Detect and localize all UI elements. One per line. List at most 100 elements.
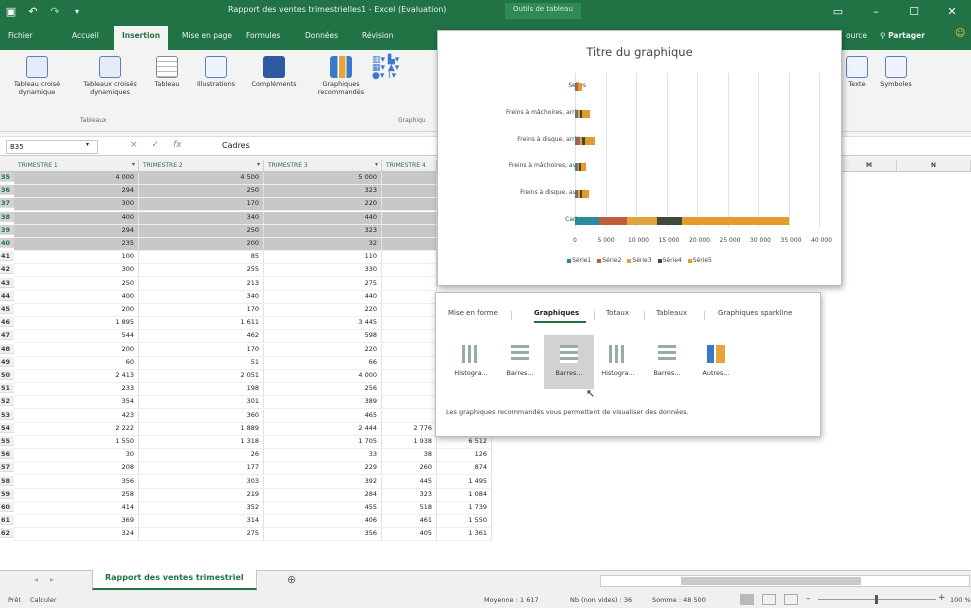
table-cell[interactable]: 256 — [264, 383, 382, 397]
table-cell[interactable]: 369 — [14, 515, 139, 529]
table-cell[interactable]: 32 — [264, 238, 382, 251]
row-header[interactable]: 49 — [0, 356, 14, 367]
redo-icon[interactable]: ↷ — [44, 0, 66, 22]
table-cell[interactable]: 518 — [382, 502, 437, 515]
tab-mise-en-page[interactable]: Mise en page — [182, 31, 232, 40]
table-cell[interactable]: 1 084 — [437, 488, 492, 502]
row-header[interactable]: 42 — [0, 264, 14, 275]
table-cell[interactable]: 314 — [139, 515, 264, 529]
table-cell[interactable]: 200 — [14, 304, 139, 317]
symbols-button[interactable]: Symboles — [876, 56, 916, 88]
table-cell[interactable]: 440 — [264, 211, 382, 225]
row-header[interactable]: 45 — [0, 304, 14, 314]
table-cell[interactable]: 1 318 — [139, 436, 264, 449]
name-box[interactable]: B35 — [6, 140, 98, 154]
page-break-icon[interactable] — [784, 594, 798, 605]
table-cell[interactable]: 874 — [437, 462, 492, 476]
filter-dropdown-icon[interactable]: ▾ — [257, 161, 260, 168]
table-cell[interactable]: 208 — [14, 462, 139, 476]
pivot-table-button[interactable]: Tableau croisé dynamique — [6, 56, 68, 96]
table-cell[interactable]: 126 — [437, 449, 492, 463]
table-cell[interactable]: 300 — [14, 264, 139, 278]
table-cell[interactable]: 1 895 — [14, 317, 139, 331]
column-header-n[interactable]: N — [897, 160, 971, 172]
table-cell[interactable] — [382, 330, 437, 344]
table-cell[interactable]: 3 445 — [264, 317, 382, 331]
table-cell[interactable]: 414 — [14, 502, 139, 515]
addins-button[interactable]: Compléments — [246, 56, 302, 88]
illustrations-button[interactable]: Illustrations — [190, 56, 242, 88]
table-cell[interactable]: 200 — [14, 343, 139, 357]
table-cell[interactable]: 38 — [382, 449, 437, 463]
scroll-left-icon[interactable]: ◂ — [34, 575, 38, 584]
table-cell[interactable]: 465 — [264, 409, 382, 423]
row-header[interactable]: 59 — [0, 488, 14, 499]
scrollbar-thumb[interactable] — [681, 577, 861, 585]
row-header[interactable]: 56 — [0, 449, 14, 460]
table-cell[interactable]: 354 — [14, 396, 139, 410]
table-cell[interactable]: 360 — [139, 409, 264, 423]
table-cell[interactable]: 406 — [264, 515, 382, 529]
table-cell[interactable]: 220 — [264, 304, 382, 317]
chart-option-6[interactable]: Autres... — [691, 335, 741, 389]
table-cell[interactable]: 1 550 — [437, 515, 492, 529]
column-header-m[interactable]: M — [842, 160, 897, 172]
table-cell[interactable]: 323 — [264, 224, 382, 238]
zoom-slider-thumb[interactable] — [875, 595, 878, 604]
table-cell[interactable]: 303 — [139, 475, 264, 489]
row-header[interactable]: 54 — [0, 422, 14, 433]
horizontal-scrollbar[interactable] — [600, 575, 970, 587]
chart-option-4[interactable]: Histogra... — [593, 335, 643, 389]
table-cell[interactable]: 1 889 — [139, 422, 264, 436]
table-cell[interactable] — [382, 370, 437, 383]
page-layout-icon[interactable] — [762, 594, 776, 605]
chevron-down-icon[interactable]: ▾ — [86, 141, 89, 148]
scroll-right-icon[interactable]: ▸ — [50, 575, 54, 584]
table-cell[interactable] — [382, 238, 437, 251]
qa-tab-tableaux[interactable]: Tableaux — [656, 309, 687, 317]
row-header[interactable]: 44 — [0, 290, 14, 301]
cancel-icon[interactable]: × — [130, 140, 152, 150]
customize-icon[interactable]: ▾ — [66, 0, 88, 22]
table-cell[interactable]: 275 — [139, 528, 264, 542]
column-header-trimestre-1[interactable]: TRIMESTRE 1 ▾ — [14, 160, 139, 172]
table-cell[interactable]: 284 — [264, 488, 382, 502]
column-header-trimestre-4[interactable]: TRIMESTRE 4 — [382, 160, 437, 172]
tab-accueil[interactable]: Accueil — [72, 31, 99, 40]
excel-icon[interactable]: ▣ — [0, 0, 22, 22]
table-cell[interactable]: 294 — [14, 224, 139, 238]
row-header[interactable]: 55 — [0, 436, 14, 446]
table-cell[interactable]: 300 — [14, 198, 139, 212]
table-cell[interactable]: 100 — [14, 251, 139, 265]
table-cell[interactable]: 66 — [264, 356, 382, 370]
row-header[interactable]: 53 — [0, 409, 14, 420]
table-cell[interactable]: 26 — [139, 449, 264, 463]
table-cell[interactable]: 461 — [382, 515, 437, 529]
chart-option-3[interactable]: Barres... — [544, 335, 594, 389]
table-cell[interactable]: 400 — [14, 290, 139, 304]
row-header[interactable]: 61 — [0, 515, 14, 526]
table-cell[interactable] — [382, 224, 437, 238]
table-cell[interactable]: 1 739 — [437, 502, 492, 515]
tab-fichier[interactable]: Fichier — [8, 31, 33, 40]
sheet-tab-rapport[interactable]: Rapport des ventes trimestriel — [92, 570, 257, 590]
table-cell[interactable]: 1 611 — [139, 317, 264, 331]
close-icon[interactable]: ✕ — [933, 0, 971, 22]
qa-tab-mise-en-forme[interactable]: Mise en forme — [448, 309, 498, 317]
table-cell[interactable]: 1 705 — [264, 436, 382, 449]
table-cell[interactable]: 250 — [139, 185, 264, 199]
chart-type-gallery[interactable]: ▥▾ ▙▾ ▦▾ ▲▾ ●▾ ⌇▾ — [372, 56, 432, 81]
table-cell[interactable]: 30 — [14, 449, 139, 463]
table-cell[interactable]: 250 — [14, 277, 139, 291]
table-cell[interactable]: 213 — [139, 277, 264, 291]
table-cell[interactable]: 170 — [139, 198, 264, 212]
add-sheet-icon[interactable]: ⊕ — [287, 573, 296, 586]
table-cell[interactable]: 275 — [264, 277, 382, 291]
table-cell[interactable]: 200 — [139, 238, 264, 251]
row-header[interactable]: 39 — [0, 224, 14, 235]
row-header[interactable]: 52 — [0, 396, 14, 407]
minimize-icon[interactable]: – — [857, 0, 895, 22]
table-cell[interactable]: 177 — [139, 462, 264, 476]
row-header[interactable]: 62 — [0, 528, 14, 539]
table-cell[interactable] — [382, 356, 437, 370]
